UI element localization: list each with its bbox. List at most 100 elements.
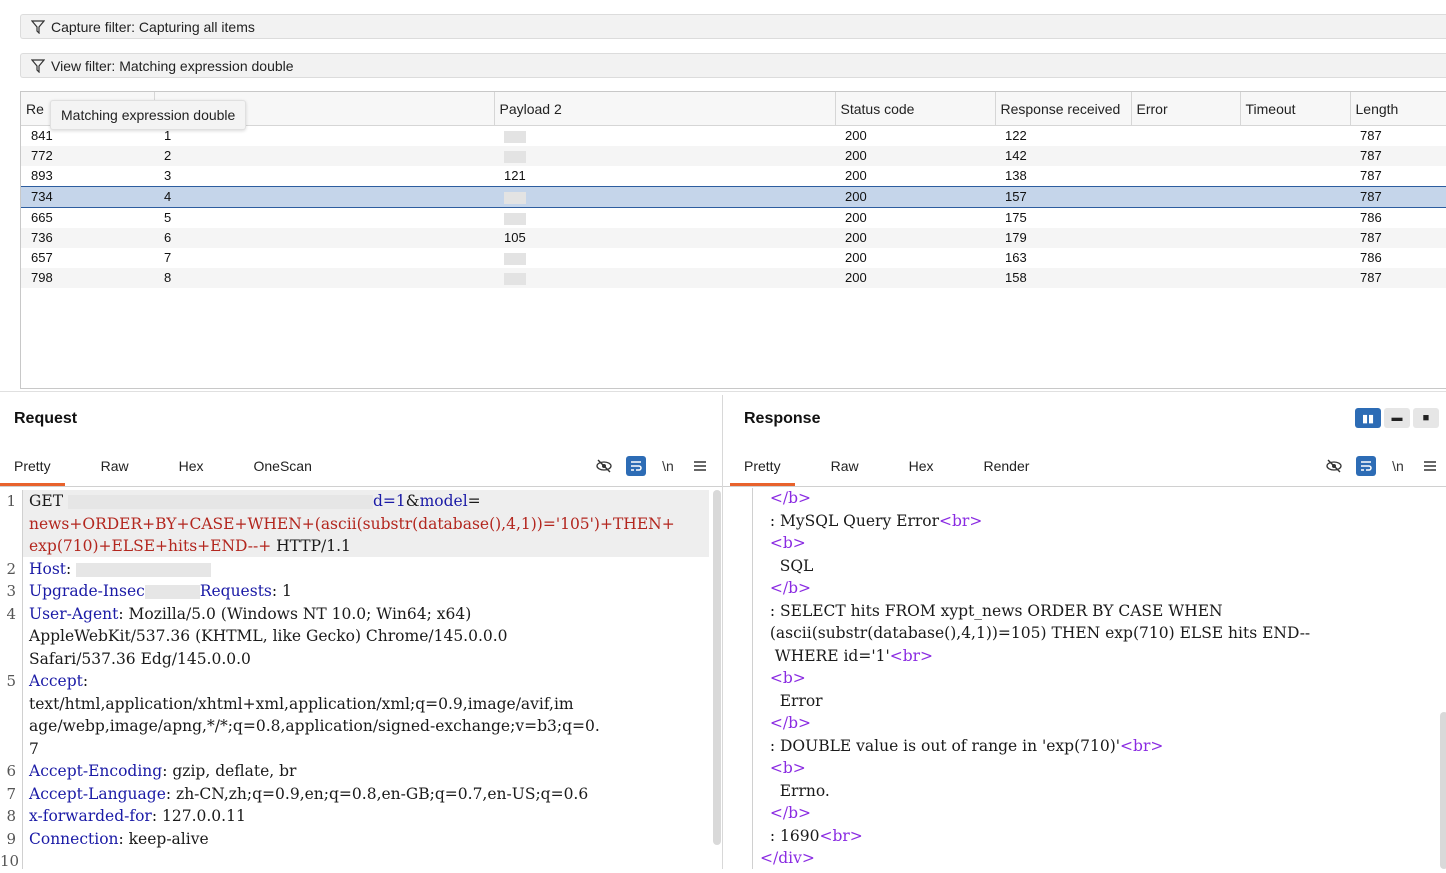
wrap-icon[interactable]: [626, 456, 646, 476]
redacted-block: [76, 562, 212, 577]
menu-icon[interactable]: [690, 456, 710, 476]
col-length[interactable]: Length: [1350, 92, 1446, 126]
layout-tabs-button[interactable]: ■: [1413, 408, 1439, 428]
panel-divider[interactable]: [722, 395, 723, 869]
param-id: d=1: [372, 492, 406, 510]
line-number: 4: [6, 604, 16, 623]
filter-icon: [31, 58, 45, 73]
redacted-block: [504, 212, 526, 225]
html-tag: <b>: [769, 669, 806, 687]
request-tab-divider: [0, 486, 722, 487]
response-text: SQL: [779, 556, 814, 575]
col-timeout[interactable]: Timeout: [1240, 92, 1351, 126]
eye-slash-icon[interactable]: [1324, 456, 1344, 476]
cell-payload2: [494, 126, 835, 147]
response-scrollbar[interactable]: [1440, 712, 1446, 869]
table-row[interactable]: 772 2 200 142 787: [21, 146, 1446, 166]
col-error[interactable]: Error: [1131, 92, 1241, 126]
col-payload2[interactable]: Payload 2: [494, 92, 836, 126]
cell-status: 200: [845, 168, 867, 183]
redacted-block: [144, 585, 200, 599]
cell-error: [1131, 186, 1240, 208]
cell-error: [1131, 126, 1240, 147]
html-tag: </b>: [769, 714, 811, 732]
line-number: 10: [0, 852, 20, 870]
tab-raw[interactable]: Raw: [817, 450, 873, 486]
tab-hex[interactable]: Hex: [895, 450, 948, 486]
redacted-block: [504, 272, 526, 285]
table-row[interactable]: 665 5 200 175 786: [21, 208, 1446, 229]
table-row[interactable]: 734 4 200 157 787: [21, 186, 1446, 208]
line-number: 9: [6, 829, 16, 848]
request-scrollbar[interactable]: [713, 490, 721, 845]
cell-request: 772: [21, 146, 154, 166]
newline-icon[interactable]: \n: [658, 456, 678, 476]
cell-received: 122: [1005, 128, 1027, 143]
line-number: 5: [6, 672, 16, 690]
param-model: model: [419, 492, 468, 510]
cell-request: 893: [31, 168, 53, 183]
view-filter-bar[interactable]: View filter: Matching expression double: [20, 53, 1446, 78]
cell-payload1: 8: [154, 268, 494, 288]
cell-error: [1131, 146, 1240, 166]
header-key: Connection: [29, 829, 119, 848]
cell-status: 200: [845, 128, 867, 143]
cell-payload1: 5: [164, 210, 172, 225]
header-key: User-Agent: [29, 604, 119, 623]
menu-icon[interactable]: [1420, 456, 1440, 476]
line-number: 3: [6, 582, 16, 600]
capture-filter-label: Capture filter: Capturing all items: [51, 18, 255, 35]
cell-request: 734: [21, 186, 154, 208]
html-tag: <br>: [819, 826, 863, 845]
tab-pretty[interactable]: Pretty: [730, 450, 795, 486]
header-value: : zh-CN,zh;q=0.9,en;q=0.8,en-GB;q=0.7,en…: [165, 784, 589, 803]
col-status[interactable]: Status code: [835, 92, 996, 126]
cell-timeout: [1240, 166, 1350, 187]
tab-raw[interactable]: Raw: [87, 450, 143, 486]
response-text: Error: [779, 691, 823, 710]
tab-pretty[interactable]: Pretty: [0, 450, 65, 486]
tab-render[interactable]: Render: [970, 450, 1044, 486]
newline-icon[interactable]: \n: [1388, 456, 1408, 476]
capture-filter-bar[interactable]: Capture filter: Capturing all items: [20, 14, 1446, 39]
line-gutter: 1 2 3 4 5 6 7 8 9 10: [0, 490, 23, 870]
tab-onescan[interactable]: OneScan: [240, 450, 326, 486]
header-value: age/webp,image/apng,*/*;q=0.8,applicatio…: [29, 717, 600, 735]
cell-status: 200: [835, 186, 995, 208]
results-table: Re Payload 2 Status code Response receiv…: [20, 91, 1446, 389]
table-row[interactable]: 798 8 200 158 787: [21, 268, 1446, 288]
cell-timeout: [1240, 146, 1350, 166]
table-row[interactable]: 736 6 105 200 179 787: [21, 228, 1446, 248]
response-gutter-line: [752, 488, 753, 869]
header-value: : 127.0.0.11: [151, 807, 246, 825]
param-eq: =: [467, 492, 481, 510]
layout-side-by-side-button[interactable]: ▮▮: [1355, 408, 1381, 428]
col-received[interactable]: Response received: [995, 92, 1132, 126]
eye-slash-icon[interactable]: [594, 456, 614, 476]
header-value: : Mozilla/5.0 (Windows NT 10.0; Win64; x…: [118, 604, 472, 623]
table-row[interactable]: 657 7 200 163 786: [21, 248, 1446, 268]
cell-status: 200: [835, 268, 995, 288]
html-tag: </div>: [760, 849, 815, 867]
request-toolbar: \n: [582, 456, 710, 476]
payload-line: exp(710)+ELSE+hits+END--+: [29, 537, 272, 555]
table-row[interactable]: 893 3 121 200 138 787: [21, 166, 1446, 187]
cell-status: 200: [835, 146, 995, 166]
response-editor[interactable]: </b> : MySQL Query Error<br> <b> SQL </b…: [760, 487, 1310, 870]
response-text: Errno.: [779, 781, 830, 800]
request-method: GET: [29, 492, 64, 510]
cell-error: [1131, 268, 1240, 288]
wrap-icon[interactable]: [1356, 456, 1376, 476]
request-tabs: Pretty Raw Hex OneScan: [0, 450, 348, 486]
layout-stacked-button[interactable]: ▬: [1384, 408, 1410, 428]
request-editor[interactable]: GET d=1&model= news+ORDER+BY+CASE+WHEN+(…: [29, 490, 675, 850]
html-tag: <br>: [939, 511, 983, 530]
html-tag: <b>: [769, 759, 806, 777]
split-divider[interactable]: [0, 391, 1446, 392]
payload-line: news+ORDER+BY+CASE+WHEN+(ascii(substr(da…: [29, 514, 675, 533]
cell-request: 798: [21, 268, 154, 288]
cell-error: [1131, 228, 1240, 248]
html-tag: </b>: [769, 579, 811, 597]
cell-payload1: 7: [164, 250, 172, 265]
tab-hex[interactable]: Hex: [165, 450, 218, 486]
